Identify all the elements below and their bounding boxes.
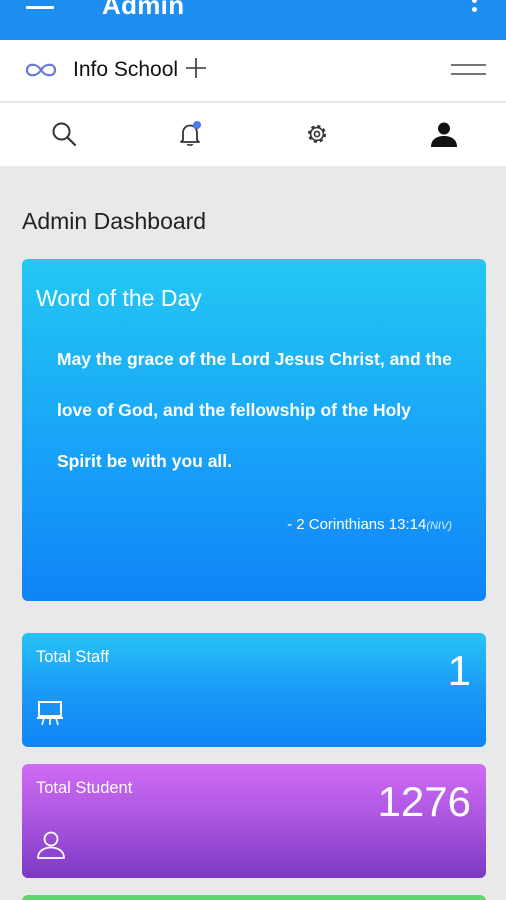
app-title: Admin <box>102 0 185 20</box>
total-student-value: 1276 <box>377 778 471 825</box>
sidebar-toggle-icon[interactable] <box>451 64 486 78</box>
verse-reference-text: - 2 Corinthians 13:14 <box>287 516 427 533</box>
total-student-label: Total Student <box>36 779 133 797</box>
gear-icon[interactable] <box>303 120 331 148</box>
user-icon[interactable] <box>430 120 458 148</box>
plus-icon[interactable] <box>184 56 208 80</box>
page-title: Admin Dashboard <box>22 208 207 234</box>
app-bar: Admin <box>0 0 506 40</box>
search-icon[interactable] <box>50 120 78 148</box>
infinity-logo-icon <box>25 63 57 77</box>
brand-bar: Info School <box>0 40 506 102</box>
verse-heading: Word of the Day <box>36 285 202 311</box>
verse-version: (NIV) <box>426 520 452 532</box>
total-staff-value: 1 <box>447 647 471 694</box>
next-stat-card[interactable] <box>22 895 486 900</box>
user-outline-icon <box>37 831 65 859</box>
total-student-card[interactable]: Total Student 1276 <box>22 764 486 878</box>
brand-name: Info School <box>73 58 179 81</box>
total-staff-card[interactable]: Total Staff 1 <box>22 633 486 747</box>
menu-icon[interactable] <box>26 0 54 12</box>
bell-icon[interactable] <box>176 120 204 148</box>
verse-reference: - 2 Corinthians 13:14(NIV) <box>287 516 452 533</box>
more-options-icon[interactable] <box>472 0 478 14</box>
verse-text: May the grace of the Lord Jesus Christ, … <box>57 349 452 471</box>
presentation-board-icon <box>37 701 63 726</box>
total-staff-label: Total Staff <box>36 648 110 666</box>
icon-toolbar <box>0 103 506 166</box>
word-of-the-day-card: Word of the Day May the grace of the Lor… <box>22 259 486 601</box>
dashboard-content: Admin Dashboard Word of the Day May the … <box>0 166 506 900</box>
